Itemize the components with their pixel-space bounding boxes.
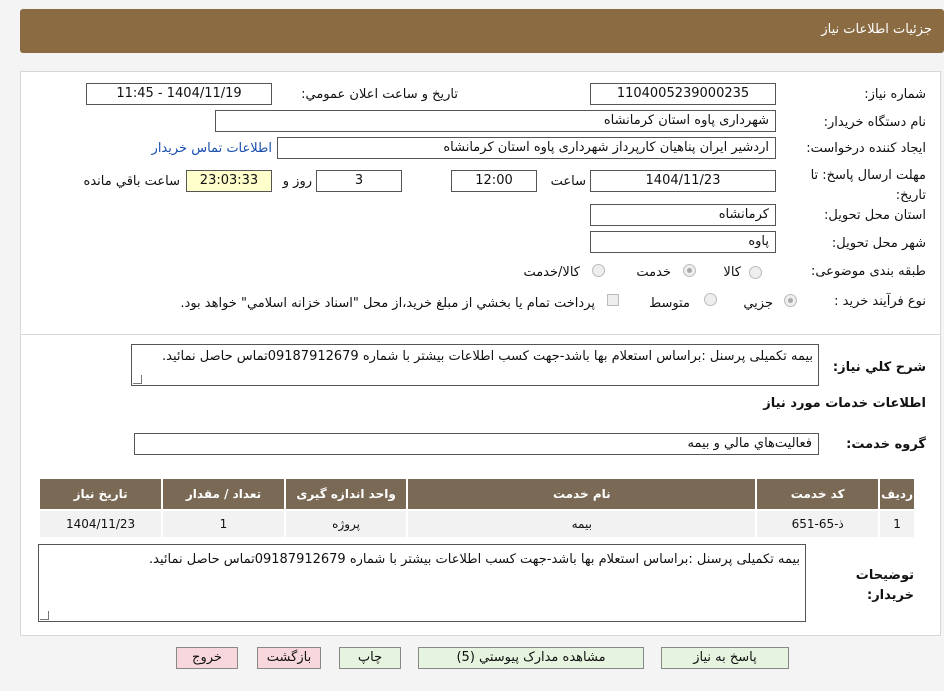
cell-row: 1: [878, 509, 916, 539]
back-button[interactable]: بازگشت: [257, 647, 321, 669]
category-label: طبقه بندی موضوعی:: [810, 264, 926, 279]
services-section-title: اطلاعات خدمات مورد نياز: [763, 396, 926, 411]
resize-handle-icon[interactable]: [40, 611, 49, 620]
creator-field: اردشیر ایران پناهیان کارپرداز شهرداری پا…: [277, 137, 776, 159]
treasury-checkbox[interactable]: [607, 294, 619, 306]
category-goods-service-label: کالا/خدمت: [523, 265, 580, 280]
description-text[interactable]: بیمه تکمیلی پرسنل :براساس استعلام بها با…: [131, 344, 819, 386]
category-goods-radio[interactable]: [749, 266, 762, 279]
reply-button[interactable]: پاسخ به نياز: [661, 647, 789, 669]
announce-field: 1404/11/19 - 11:45: [86, 83, 272, 105]
category-goods-service-radio[interactable]: [592, 264, 605, 277]
deadline-time-field: 12:00: [451, 170, 537, 192]
attachments-button[interactable]: مشاهده مدارک پيوستي (5): [418, 647, 644, 669]
print-button[interactable]: چاپ: [339, 647, 401, 669]
days-field: 3: [316, 170, 402, 192]
cell-qty: 1: [161, 509, 286, 539]
need-number-field: 1104005239000235: [590, 83, 776, 105]
category-service-radio[interactable]: [683, 264, 696, 277]
deadline-label: مهلت ارسال پاسخ: تا تاريخ:: [810, 168, 926, 203]
exit-button[interactable]: خروج: [176, 647, 238, 669]
service-group-label: گروه خدمت:: [846, 437, 926, 452]
page-title: جزئيات اطلاعات نياز: [821, 22, 932, 37]
cell-date: 1404/11/23: [37, 509, 164, 539]
buyer-notes-label: توضيحات خريدار:: [855, 568, 914, 603]
category-service-label: خدمت: [636, 265, 671, 280]
deadline-date-field: 1404/11/23: [590, 170, 776, 192]
category-goods-label: کالا: [723, 265, 741, 280]
table-header-row: رديف کد خدمت نام خدمت واحد اندازه گيری ت…: [37, 477, 916, 511]
col-row: رديف: [878, 477, 916, 511]
process-minor-label: جزيي: [743, 296, 773, 311]
table-row: 1 ذ-65-651 بیمه پروژه 1 1404/11/23: [37, 509, 916, 539]
col-unit: واحد اندازه گيری: [283, 477, 409, 511]
payment-note: پرداخت تمام يا بخشي از مبلغ خريد،از محل …: [180, 296, 595, 311]
remaining-time-field: 23:03:33: [186, 170, 272, 192]
description-label: شرح کلي نياز:: [832, 360, 926, 375]
remaining-label: ساعت باقي مانده: [83, 174, 180, 189]
buyer-contact-link[interactable]: اطلاعات تماس خريدار: [152, 141, 272, 156]
province-label: استان محل تحويل:: [824, 208, 926, 223]
col-date: تاريخ نياز: [37, 477, 164, 511]
service-group-field: فعاليت‌هاي مالي و بيمه: [134, 433, 819, 455]
need-number-label: شماره نياز:: [864, 87, 926, 102]
deadline-time-label: ساعت: [550, 174, 586, 189]
city-label: شهر محل تحويل:: [831, 236, 926, 251]
announce-label: تاريخ و ساعت اعلان عمومي:: [301, 87, 458, 102]
services-table-wrapper: رديف کد خدمت نام خدمت واحد اندازه گيری ت…: [37, 477, 916, 539]
page-header: جزئيات اطلاعات نياز: [20, 9, 944, 53]
cell-code: ذ-65-651: [755, 509, 881, 539]
buyer-org-label: نام دستگاه خريدار:: [823, 115, 926, 130]
days-label: روز و: [282, 174, 312, 189]
process-medium-label: متوسط: [649, 296, 690, 311]
process-medium-radio[interactable]: [704, 293, 717, 306]
buyer-notes-text[interactable]: بیمه تکمیلی پرسنل :براساس استعلام بها با…: [38, 544, 806, 622]
col-name: نام خدمت: [406, 477, 758, 511]
cell-name: بیمه: [406, 509, 758, 539]
city-field: پاوه: [590, 231, 776, 253]
process-label: نوع فرآيند خريد :: [834, 294, 926, 309]
col-code: کد خدمت: [755, 477, 881, 511]
resize-handle-icon[interactable]: [133, 375, 142, 384]
col-qty: تعداد / مقدار: [161, 477, 286, 511]
cell-unit: پروژه: [283, 509, 409, 539]
creator-label: ايجاد کننده درخواست:: [806, 141, 926, 156]
buyer-org-field: شهرداری پاوه استان کرمانشاه: [215, 110, 776, 132]
process-minor-radio[interactable]: [784, 294, 797, 307]
services-table: رديف کد خدمت نام خدمت واحد اندازه گيری ت…: [37, 477, 916, 539]
province-field: کرمانشاه: [590, 204, 776, 226]
